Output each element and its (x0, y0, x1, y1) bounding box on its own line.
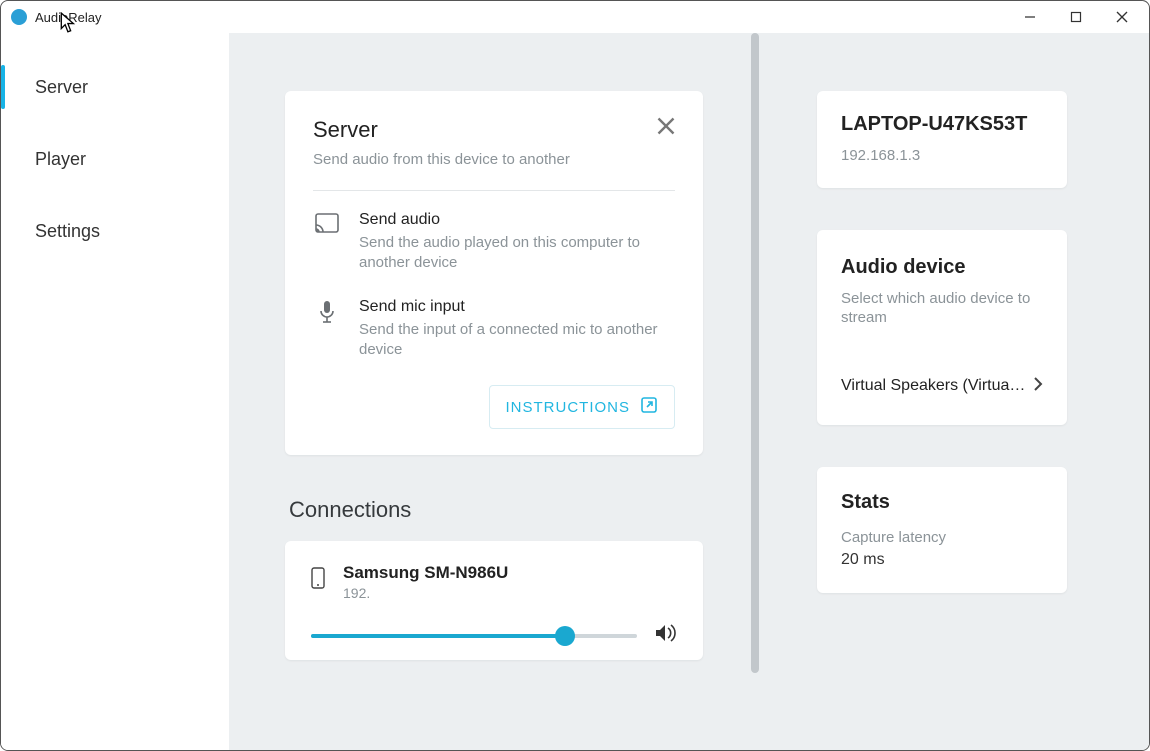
server-card-subtitle: Send audio from this device to another (313, 151, 570, 168)
stats-latency-label: Capture latency (841, 528, 1043, 548)
option-send-audio[interactable]: Send audio Send the audio played on this… (313, 211, 675, 272)
option-send-mic[interactable]: Send mic input Send the input of a conne… (313, 298, 675, 359)
sidebar-item-label: Player (35, 149, 86, 170)
phone-icon (311, 563, 325, 594)
microphone-icon (313, 298, 341, 359)
volume-slider-thumb[interactable] (555, 626, 575, 646)
maximize-button[interactable] (1053, 1, 1099, 33)
stats-card: Stats Capture latency 20 ms (817, 467, 1067, 594)
connection-name: Samsung SM-N986U (343, 563, 508, 583)
divider (313, 190, 675, 191)
sidebar-item-player[interactable]: Player (1, 123, 229, 195)
app-icon (11, 9, 27, 25)
server-card: Server Send audio from this device to an… (285, 91, 703, 455)
window-controls (1007, 1, 1145, 33)
audio-device-selector[interactable]: Virtual Speakers (Virtua… (841, 376, 1043, 397)
audio-device-title: Audio device (841, 256, 1043, 279)
instructions-label: INSTRUCTIONS (506, 399, 631, 416)
cast-icon (313, 211, 341, 272)
speaker-icon[interactable] (655, 623, 677, 648)
audio-device-selected: Virtual Speakers (Virtua… (841, 377, 1025, 395)
sidebar-item-label: Settings (35, 221, 100, 242)
host-card: LAPTOP-U47KS53T 192.168.1.3 (817, 91, 1067, 188)
option-label: Send mic input (359, 298, 675, 316)
external-link-icon (640, 396, 658, 418)
sidebar-item-settings[interactable]: Settings (1, 195, 229, 267)
connections-title: Connections (289, 497, 703, 523)
sidebar: Server Player Settings (1, 33, 229, 750)
chevron-right-icon (1033, 376, 1043, 397)
close-button[interactable] (1099, 1, 1145, 33)
audio-device-subtitle: Select which audio device to stream (841, 289, 1043, 328)
app-window: AudioRelay Server Player Set (0, 0, 1150, 751)
sidebar-item-server[interactable]: Server (1, 51, 229, 123)
close-icon[interactable] (657, 117, 675, 139)
option-label: Send audio (359, 211, 675, 229)
app-title: AudioRelay (35, 10, 102, 25)
server-card-title: Server (313, 117, 570, 143)
titlebar: AudioRelay (1, 1, 1149, 33)
minimize-button[interactable] (1007, 1, 1053, 33)
connection-ip: 192. (343, 585, 508, 601)
option-desc: Send the input of a connected mic to ano… (359, 320, 675, 359)
host-ip: 192.168.1.3 (841, 146, 1043, 166)
connection-card: Samsung SM-N986U 192. (285, 541, 703, 660)
volume-slider[interactable] (311, 634, 637, 638)
volume-slider-fill (311, 634, 565, 638)
content-area: Server Send audio from this device to an… (229, 33, 1149, 750)
stats-latency-value: 20 ms (841, 551, 1043, 569)
audio-device-card: Audio device Select which audio device t… (817, 230, 1067, 425)
stats-title: Stats (841, 491, 1043, 514)
scrollbar[interactable] (751, 33, 759, 673)
sidebar-item-label: Server (35, 77, 88, 98)
instructions-button[interactable]: INSTRUCTIONS (489, 385, 676, 429)
option-desc: Send the audio played on this computer t… (359, 233, 675, 272)
host-name: LAPTOP-U47KS53T (841, 113, 1043, 136)
